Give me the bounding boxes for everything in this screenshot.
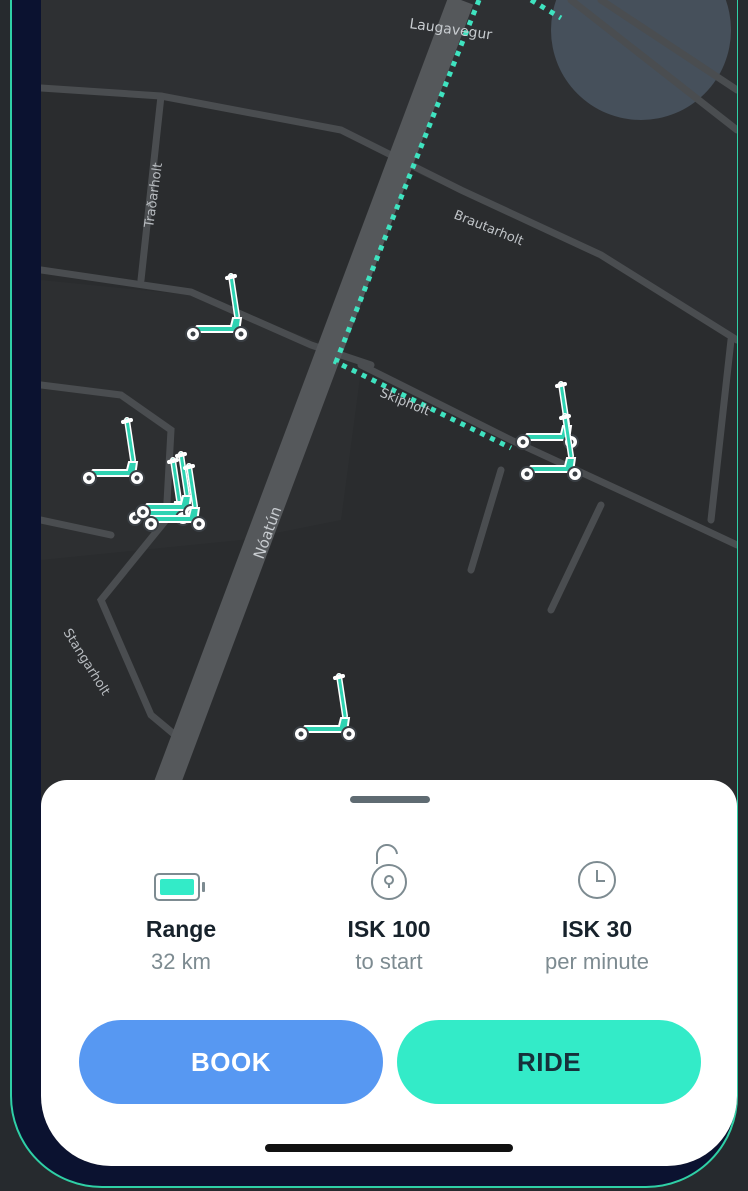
scooter-details-sheet: Range 32 km ISK 100 to start ISK 30 per …: [41, 780, 737, 1166]
range-value: 32 km: [151, 949, 211, 974]
unlock-fee-stat: ISK 100 to start: [289, 842, 489, 975]
unlock-fee-caption: to start: [355, 949, 423, 974]
ride-button[interactable]: RIDE: [397, 1020, 701, 1104]
clock-icon: [578, 861, 616, 899]
battery-icon: [154, 873, 205, 901]
unlock-icon: [371, 844, 407, 900]
range-title: Range: [145, 916, 217, 942]
unlock-fee-title: ISK 100: [347, 916, 431, 942]
range-stat: Range 32 km: [81, 842, 281, 975]
map-view[interactable]: Laugavegur Traðarholt Brautarholt Skipho…: [41, 0, 737, 800]
home-indicator[interactable]: [265, 1144, 513, 1152]
sheet-grabber[interactable]: [350, 796, 430, 803]
per-minute-title: ISK 30: [561, 916, 633, 942]
per-minute-stat: ISK 30 per minute: [497, 842, 697, 975]
app-screen: Laugavegur Traðarholt Brautarholt Skipho…: [41, 0, 737, 1166]
per-minute-caption: per minute: [545, 949, 649, 974]
book-button[interactable]: BOOK: [79, 1020, 383, 1104]
